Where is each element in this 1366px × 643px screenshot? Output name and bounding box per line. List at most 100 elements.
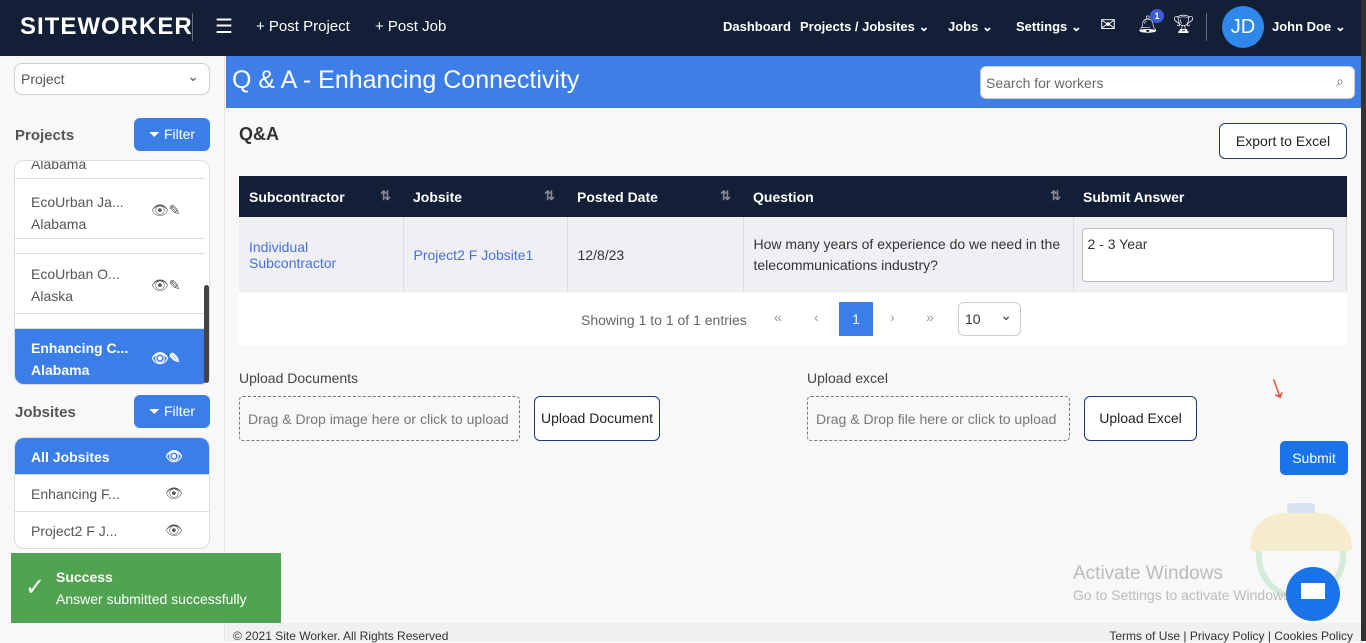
nav-jobs[interactable]: Jobs ⌄ bbox=[948, 19, 993, 35]
search-input[interactable]: Search for workers ⌕ bbox=[980, 66, 1355, 99]
export-excel-button[interactable]: Export to Excel bbox=[1219, 123, 1347, 159]
jobsite-item[interactable]: Enhancing F... 👁︎ bbox=[15, 475, 209, 512]
upload-excel-label: Upload excel bbox=[807, 370, 888, 386]
eye-edit-icons[interactable]: 👁︎✎ bbox=[151, 199, 181, 221]
top-navbar: SITEWORKER ☰ + Post Project + Post Job D… bbox=[0, 0, 1366, 56]
chevron-down-icon: ⌄ bbox=[1000, 307, 1012, 323]
col-jobsite[interactable]: Jobsite ⇅ bbox=[403, 176, 567, 217]
filter-icon: ⏷ bbox=[148, 126, 161, 142]
project-item[interactable]: EcoUrban Ja... Alabama 👁︎✎ bbox=[15, 179, 205, 239]
nav-projects-label: Projects / Jobsites bbox=[800, 19, 915, 34]
table-row: Individual Subcontractor Project2 F Jobs… bbox=[239, 217, 1347, 292]
jobsite-name: Enhancing F... bbox=[31, 486, 120, 502]
sort-icon[interactable]: ⇅ bbox=[1050, 188, 1061, 204]
last-page-icon[interactable]: » bbox=[926, 309, 934, 325]
spacer bbox=[15, 314, 205, 329]
chat-icon bbox=[1301, 583, 1325, 599]
divider bbox=[1206, 13, 1207, 41]
submit-button[interactable]: Submit bbox=[1280, 441, 1348, 475]
prev-page-icon[interactable]: ‹ bbox=[814, 309, 819, 325]
jobsites-filter-button[interactable]: ⏷ Filter bbox=[134, 395, 210, 428]
logo[interactable]: SITEWORKER bbox=[20, 13, 193, 41]
jobsite-name: Project2 F J... bbox=[31, 523, 118, 539]
toast-message: Answer submitted successfully bbox=[56, 591, 247, 607]
search-placeholder: Search for workers bbox=[986, 75, 1104, 91]
toast-title: Success bbox=[56, 569, 113, 585]
page-1-button[interactable]: 1 bbox=[839, 302, 873, 336]
eye-icon[interactable]: 👁︎ bbox=[165, 522, 183, 539]
subcontractor-link[interactable]: Individual Subcontractor bbox=[239, 217, 404, 292]
document-dropzone[interactable]: Drag & Drop image here or click to uploa… bbox=[239, 396, 520, 441]
post-job-link[interactable]: + Post Job bbox=[375, 18, 446, 35]
window-scrollbar[interactable] bbox=[1361, 0, 1366, 641]
user-name: John Doe bbox=[1272, 19, 1332, 34]
col-posted-date[interactable]: Posted Date ⇅ bbox=[567, 176, 743, 217]
pagination: Showing 1 to 1 of 1 entries « ‹ 1 › » 10… bbox=[239, 293, 1347, 345]
eye-edit-icons[interactable]: 👁︎✎ bbox=[151, 274, 181, 296]
post-project-link[interactable]: + Post Project bbox=[256, 18, 350, 35]
col-question[interactable]: Question ⇅ bbox=[743, 176, 1073, 217]
projects-filter-button[interactable]: ⏷ Filter bbox=[134, 118, 210, 151]
project-item-active[interactable]: Enhancing C... Alabama 👁︎✎ bbox=[15, 329, 205, 384]
section-title: Q&A bbox=[239, 124, 279, 144]
sort-icon[interactable]: ⇅ bbox=[380, 188, 391, 204]
page-size-value: 10 bbox=[965, 311, 981, 327]
footer: © 2021 Site Worker. All Rights Reserved … bbox=[226, 623, 1361, 643]
success-toast[interactable]: ✓ Success Answer submitted successfully bbox=[11, 553, 281, 623]
jobsite-item[interactable]: Project2 F J... 👁︎ bbox=[15, 512, 209, 548]
filter-icon: ⏷ bbox=[148, 403, 161, 419]
search-icon[interactable]: ⌕ bbox=[1336, 73, 1344, 90]
excel-dropzone[interactable]: Drag & Drop file here or click to upload bbox=[807, 396, 1070, 441]
eye-edit-icons[interactable]: 👁︎✎ bbox=[151, 347, 181, 369]
project-location: Alabama bbox=[31, 160, 87, 172]
nav-jobs-label: Jobs bbox=[948, 19, 979, 34]
qa-table: Subcontractor ⇅ Jobsite ⇅ Posted Date ⇅ Que… bbox=[239, 176, 1347, 292]
page-title: Q & A - Enhancing Connectivity bbox=[232, 66, 580, 94]
nav-settings[interactable]: Settings ⌄ bbox=[1016, 19, 1082, 35]
arrow-annotation-icon: ↓ bbox=[1261, 366, 1291, 408]
projects-heading: Projects bbox=[15, 127, 75, 144]
project-select[interactable]: Project ⌄ bbox=[14, 63, 210, 95]
chevron-down-icon: ⌄ bbox=[918, 19, 930, 34]
chat-button[interactable] bbox=[1286, 567, 1340, 621]
eye-icon[interactable]: 👁︎ bbox=[165, 448, 183, 465]
entries-info: Showing 1 to 1 of 1 entries bbox=[581, 312, 747, 328]
jobsite-link[interactable]: Project2 F Jobsite1 bbox=[403, 217, 568, 292]
project-select-value: Project bbox=[21, 71, 65, 87]
answer-textarea[interactable]: 2 - 3 Year bbox=[1081, 227, 1334, 282]
col-subcontractor[interactable]: Subcontractor ⇅ bbox=[239, 176, 403, 217]
first-page-icon[interactable]: « bbox=[774, 309, 782, 325]
activate-windows-subtitle: Go to Settings to activate Windows. bbox=[1073, 587, 1294, 603]
next-page-icon[interactable]: › bbox=[890, 309, 895, 325]
sort-icon[interactable]: ⇅ bbox=[544, 188, 555, 204]
page-size-select[interactable]: 10 ⌄ bbox=[958, 302, 1021, 336]
upload-document-button[interactable]: Upload Document bbox=[534, 396, 660, 441]
filter-label: Filter bbox=[163, 403, 196, 419]
mail-icon[interactable]: ✉ bbox=[1100, 14, 1116, 37]
jobsite-item-active[interactable]: All Jobsites 👁︎ bbox=[15, 438, 209, 475]
chevron-down-icon: ⌄ bbox=[187, 68, 199, 84]
check-icon: ✓ bbox=[25, 574, 46, 601]
user-menu[interactable]: John Doe ⌄ bbox=[1272, 19, 1346, 35]
question-text: How many years of experience do we need … bbox=[743, 217, 1074, 292]
nav-settings-label: Settings bbox=[1016, 19, 1068, 34]
header-label: Jobsite bbox=[413, 188, 463, 205]
posted-date: 12/8/23 bbox=[567, 217, 744, 292]
header-label: Question bbox=[753, 188, 814, 205]
project-item[interactable]: EcoUrban O... Alaska 👁︎✎ bbox=[15, 254, 205, 314]
avatar[interactable]: JD bbox=[1222, 6, 1264, 48]
menu-icon[interactable]: ☰ bbox=[215, 14, 233, 39]
chevron-down-icon: ⌄ bbox=[1334, 19, 1346, 34]
project-item[interactable]: Alabama bbox=[15, 160, 205, 179]
eye-icon[interactable]: 👁︎ bbox=[165, 485, 183, 502]
upload-excel-button[interactable]: Upload Excel bbox=[1084, 396, 1197, 441]
nav-dashboard[interactable]: Dashboard bbox=[723, 19, 791, 34]
activate-windows-title: Activate Windows bbox=[1073, 563, 1223, 584]
sort-icon[interactable]: ⇅ bbox=[720, 188, 731, 204]
header-label: Submit Answer bbox=[1083, 188, 1185, 205]
nav-projects[interactable]: Projects / Jobsites ⌄ bbox=[800, 19, 929, 35]
projects-scrollbar[interactable] bbox=[204, 285, 209, 383]
jobsites-list: All Jobsites 👁︎ Enhancing F... 👁︎ Project2… bbox=[14, 437, 210, 549]
chevron-down-icon: ⌄ bbox=[1070, 19, 1082, 34]
trophy-icon[interactable]: 🏆︎ bbox=[1172, 14, 1195, 35]
